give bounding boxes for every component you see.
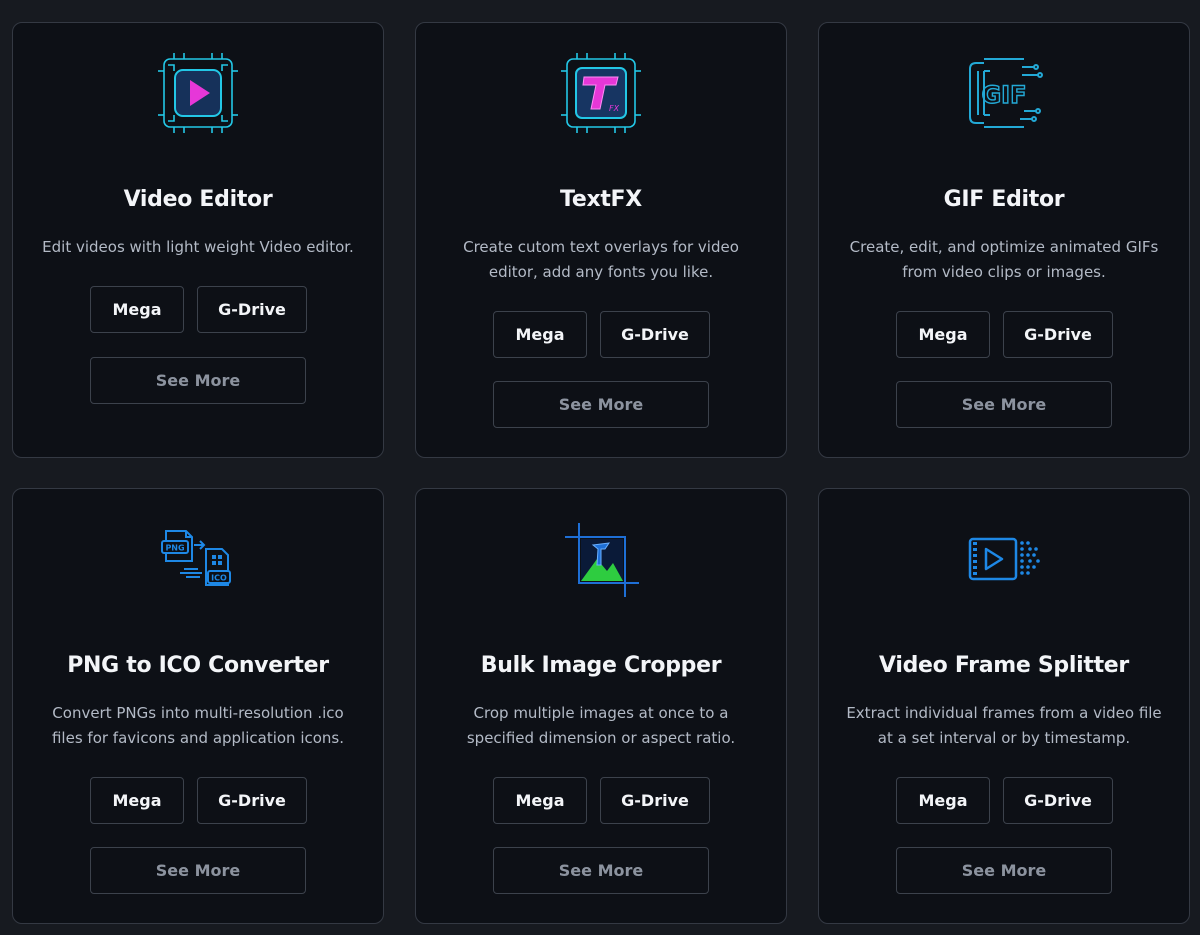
png-to-ico-icon: PNG ICO [158, 519, 238, 599]
card-description: Crop multiple images at once to a specif… [466, 704, 736, 747]
card-title: TextFX [560, 187, 642, 212]
card-title: Bulk Image Cropper [480, 653, 722, 678]
card-description: Extract individual frames from a video f… [846, 704, 1162, 747]
mega-button[interactable]: Mega [90, 777, 184, 824]
svg-text:FX: FX [609, 104, 620, 113]
gdrive-button[interactable]: G-Drive [1003, 311, 1113, 358]
card-textfx: FX TextFX Create cutom text overlays for… [415, 22, 787, 458]
see-more-button[interactable]: See More [90, 847, 306, 894]
mega-button[interactable]: Mega [90, 286, 184, 333]
image-cropper-icon [561, 519, 641, 599]
see-more-button[interactable]: See More [896, 847, 1112, 894]
card-bulk-image-cropper: Bulk Image Cropper Crop multiple images … [415, 488, 787, 924]
mega-button[interactable]: Mega [896, 777, 990, 824]
card-description: Convert PNGs into multi-resolution .ico … [51, 704, 345, 747]
see-more-button[interactable]: See More [493, 847, 709, 894]
card-title: GIF Editor [943, 187, 1065, 212]
video-editor-icon [158, 53, 238, 133]
gdrive-button[interactable]: G-Drive [197, 777, 307, 824]
card-gif-editor: GIF GIF Editor Create, edit, and optimiz… [818, 22, 1190, 458]
svg-text:PNG: PNG [165, 544, 184, 553]
svg-text:ICO: ICO [211, 574, 227, 583]
card-description: Create cutom text overlays for video edi… [463, 238, 739, 281]
mega-button[interactable]: Mega [896, 311, 990, 358]
gdrive-button[interactable]: G-Drive [197, 286, 307, 333]
card-description: Create, edit, and optimize animated GIFs… [849, 238, 1159, 281]
card-png-to-ico: PNG ICO PNG to ICO Converter Convert PNG… [12, 488, 384, 924]
card-title: PNG to ICO Converter [67, 653, 329, 678]
app-grid: Video Editor Edit videos with light weig… [0, 0, 1200, 935]
card-title: Video Frame Splitter [879, 653, 1129, 678]
gdrive-button[interactable]: G-Drive [600, 311, 710, 358]
see-more-button[interactable]: See More [90, 357, 306, 404]
gdrive-button[interactable]: G-Drive [600, 777, 710, 824]
textfx-icon: FX [561, 53, 641, 133]
card-description: Edit videos with light weight Video edit… [42, 238, 354, 256]
mega-button[interactable]: Mega [493, 311, 587, 358]
gif-icon: GIF [964, 53, 1044, 133]
card-video-frame-splitter: Video Frame Splitter Extract individual … [818, 488, 1190, 924]
see-more-button[interactable]: See More [896, 381, 1112, 428]
card-title: Video Editor [123, 187, 273, 212]
mega-button[interactable]: Mega [493, 777, 587, 824]
see-more-button[interactable]: See More [493, 381, 709, 428]
svg-text:GIF: GIF [981, 81, 1026, 109]
gdrive-button[interactable]: G-Drive [1003, 777, 1113, 824]
card-video-editor: Video Editor Edit videos with light weig… [12, 22, 384, 458]
video-frame-splitter-icon [964, 519, 1044, 599]
